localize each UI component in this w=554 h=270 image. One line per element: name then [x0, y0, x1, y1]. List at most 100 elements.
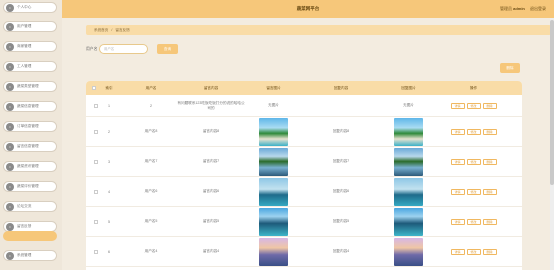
sidebar-item[interactable]: • 用户管理 [3, 21, 57, 32]
cell-content: 留言内容6 [202, 189, 220, 193]
message-image [259, 207, 288, 236]
cell-image [251, 237, 296, 266]
edit-button[interactable]: 修改 [466, 102, 481, 109]
edit-button[interactable]: 修改 [466, 158, 481, 165]
row-checkbox[interactable] [92, 95, 100, 116]
edit-button[interactable]: 修改 [466, 248, 481, 255]
cell-index: 1 [108, 103, 110, 108]
cell-content: 留言内容7 [202, 159, 220, 163]
sidebar-item[interactable]: • 留言信息管理 [3, 141, 57, 152]
cell-index: 5 [108, 219, 110, 224]
sidebar-item-label: 系统管理 [17, 253, 32, 257]
sidebar-item[interactable]: • 蔬菜资讯管理 [3, 161, 57, 172]
delete-row-button[interactable]: 删除 [482, 102, 497, 109]
delete-row-button[interactable]: 删除 [482, 188, 497, 195]
sidebar-item[interactable]: • 工人管理 [3, 61, 57, 72]
row-checkbox[interactable] [92, 147, 100, 176]
delete-row-button[interactable]: 删除 [482, 218, 497, 225]
cell-username: 用户名4 [144, 249, 158, 253]
sidebar-item[interactable]: • 蔬菜信息管理 [3, 101, 57, 112]
cell-username: 用户名8 [144, 129, 158, 133]
sidebar-item-label: 蔬菜评价管理 [17, 184, 39, 188]
detail-button[interactable]: 详情 [450, 248, 465, 255]
sidebar-item-label: 留言信息管理 [17, 144, 39, 148]
delete-button[interactable]: 删除 [500, 63, 520, 73]
sidebar-item-active[interactable] [3, 231, 57, 241]
cell-content: 留言内容5 [202, 219, 220, 223]
sidebar: • 个人中心 • 用户管理 • 商家管理 • 工人管理 • 蔬菜类型管理 • 蔬菜信息管理 • 订单信息管… [0, 0, 62, 270]
cell-reply [296, 95, 386, 116]
cell-reply-image [386, 177, 431, 206]
cell-username: 2 [150, 103, 152, 108]
sidebar-item[interactable]: • 蔬菜评价管理 [3, 181, 57, 192]
breadcrumb: 系统首页 / 留言反馈 [86, 25, 551, 35]
detail-button[interactable]: 详情 [450, 188, 465, 195]
sidebar-item-label: 个人中心 [17, 5, 32, 9]
cell-operations: 详情 修改 删除 [431, 237, 516, 266]
detail-button[interactable]: 详情 [450, 102, 465, 109]
menu-icon: • [6, 202, 14, 211]
select-all-checkbox[interactable] [92, 81, 100, 95]
delete-row-button[interactable]: 删除 [482, 248, 497, 255]
cell-reply: 回复内容5 [332, 219, 350, 223]
sidebar-item-label: 蔬菜资讯管理 [17, 164, 39, 168]
table-row: 1 2 有问题联系123吃饭吃饭打分的说的哈哈公司的 无图片 无图片 详情 修改 删除 [86, 95, 522, 117]
sidebar-item-label: 留言反馈 [17, 224, 32, 228]
header-content: 留言内容 [203, 86, 219, 90]
breadcrumb-home[interactable]: 系统首页 [94, 28, 108, 33]
cell-reply: 回复内容4 [332, 249, 350, 253]
delete-row-button[interactable]: 删除 [482, 158, 497, 165]
table-row: 4 用户名6 留言内容6 回复内容6 详情 修改 删除 [86, 177, 522, 207]
row-checkbox[interactable] [92, 117, 100, 146]
table-row: 5 用户名5 留言内容5 回复内容5 详情 修改 删除 [86, 207, 522, 237]
cell-image [251, 117, 296, 146]
menu-icon: • [6, 62, 14, 71]
table-row: 2 用户名8 留言内容8 回复内容8 详情 修改 删除 [86, 117, 522, 147]
menu-icon: • [6, 42, 14, 51]
edit-button[interactable]: 修改 [466, 218, 481, 225]
table-row: 3 用户名7 留言内容7 回复内容7 详情 修改 删除 [86, 147, 522, 177]
cell-image [251, 177, 296, 206]
search-button[interactable]: 查询 [157, 44, 178, 54]
search-input[interactable]: 用户名 [99, 44, 148, 54]
cell-username: 用户名7 [144, 159, 158, 163]
menu-icon: • [6, 82, 14, 91]
search-label: 用户名 [86, 47, 98, 51]
logout-link[interactable]: 退出登录 [530, 6, 546, 11]
sidebar-item-label: 蔬菜类型管理 [17, 84, 39, 88]
sidebar-item[interactable]: • 商家管理 [3, 41, 57, 52]
menu-icon: • [6, 102, 14, 111]
user-name: admin [513, 6, 525, 11]
row-checkbox[interactable] [92, 207, 100, 236]
message-image [259, 237, 288, 266]
detail-button[interactable]: 详情 [450, 218, 465, 225]
cell-index: 3 [108, 159, 110, 164]
header-reply-image: 回复图片 [401, 86, 416, 90]
cell-reply-image [386, 207, 431, 236]
sidebar-item[interactable]: • 蔬菜类型管理 [3, 81, 57, 92]
cell-username: 用户名5 [144, 219, 158, 223]
row-checkbox[interactable] [92, 177, 100, 206]
sidebar-item[interactable]: • 个人中心 [3, 2, 57, 13]
delete-row-button[interactable]: 删除 [482, 128, 497, 135]
sidebar-item[interactable]: • 订单信息管理 [3, 121, 57, 132]
table-row: 6 用户名4 留言内容4 回复内容4 详情 修改 删除 [86, 237, 522, 267]
sidebar-item[interactable]: • 系统管理 [3, 250, 57, 261]
edit-button[interactable]: 修改 [466, 128, 481, 135]
sidebar-item-label: 商家管理 [17, 44, 32, 48]
message-image [259, 177, 288, 206]
reply-image [394, 117, 423, 146]
scrollbar-thumb[interactable] [550, 20, 554, 185]
detail-button[interactable]: 详情 [450, 128, 465, 135]
cell-operations: 详情 修改 删除 [431, 117, 516, 146]
sidebar-item-label: 用户管理 [17, 24, 32, 28]
sidebar-item[interactable]: • 论坛交流 [3, 201, 57, 212]
header-operations: 操作 [469, 86, 478, 90]
edit-button[interactable]: 修改 [466, 188, 481, 195]
detail-button[interactable]: 详情 [450, 158, 465, 165]
header-image: 留言图片 [266, 86, 281, 90]
cell-reply-image [386, 237, 431, 266]
app-title: 蔬菜网平台 [296, 6, 320, 11]
row-checkbox[interactable] [92, 237, 100, 266]
cell-image: 无图片 [268, 103, 279, 107]
